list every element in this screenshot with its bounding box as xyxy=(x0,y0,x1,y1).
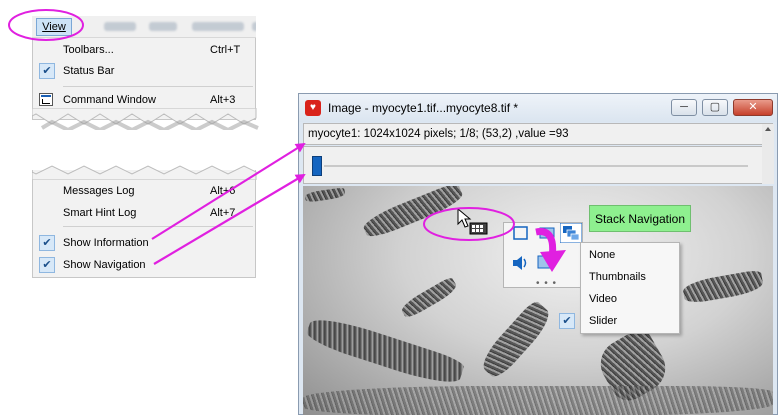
myocyte-cell xyxy=(476,298,556,382)
view-menu-bottom: Messages Log Alt+6 Smart Hint Log Alt+7 … xyxy=(32,170,256,278)
nav-option-thumbnails[interactable]: Thumbnails xyxy=(581,266,679,288)
myocyte-cell xyxy=(681,269,765,305)
myocyte-cell xyxy=(360,186,466,241)
nav-option-video[interactable]: Video xyxy=(581,288,679,310)
menu-item-show-information[interactable]: ✔ Show Information xyxy=(33,232,255,254)
menu-separator xyxy=(63,86,253,87)
menu-separator xyxy=(63,226,253,227)
myocyte-cell xyxy=(303,386,773,415)
myocyte-cell xyxy=(304,312,466,390)
maximize-button[interactable]: ▢ xyxy=(702,99,728,116)
myocyte-cell xyxy=(304,187,346,203)
more-options-icon[interactable]: • • • xyxy=(536,278,557,289)
navigation-bar xyxy=(303,146,773,184)
minimize-button[interactable]: ─ xyxy=(671,99,697,116)
checkmark-icon: ✔ xyxy=(39,235,55,251)
crop-icon[interactable] xyxy=(538,224,556,242)
speaker-icon[interactable] xyxy=(510,253,530,273)
menu-item-status-bar[interactable]: ✔ Status Bar xyxy=(33,60,255,82)
nav-option-slider[interactable]: ✔ Slider xyxy=(559,310,679,332)
checkmark-icon: ✔ xyxy=(39,63,55,79)
information-bar: myocyte1: 1024x1024 pixels; 1/8; (53,2) … xyxy=(303,123,773,145)
torn-edge xyxy=(32,108,259,130)
menu-item-smart-hint-log[interactable]: Smart Hint Log Alt+7 xyxy=(33,202,255,224)
mouse-cursor-icon xyxy=(457,208,488,235)
menu-item-show-navigation[interactable]: ✔ Show Navigation xyxy=(33,254,255,276)
slider-track[interactable] xyxy=(324,165,748,167)
checkmark-icon: ✔ xyxy=(559,313,575,329)
menu-item-messages-log[interactable]: Messages Log Alt+6 xyxy=(33,180,255,202)
slider-thumb[interactable] xyxy=(312,156,322,176)
menu-bar: View xyxy=(32,16,256,38)
display-icon[interactable] xyxy=(536,253,554,271)
close-button[interactable]: ✕ xyxy=(733,99,773,116)
checkmark-icon: ✔ xyxy=(39,257,55,273)
menu-item-toolbars[interactable]: Toolbars... Ctrl+T xyxy=(33,39,255,61)
app-icon: ♥ xyxy=(305,100,321,116)
torn-edge xyxy=(32,165,257,180)
selection-icon[interactable] xyxy=(512,224,530,242)
microscopy-image xyxy=(303,186,773,415)
myocyte-cell xyxy=(399,276,459,320)
window-titlebar[interactable]: ♥ Image - myocyte1.tif...myocyte8.tif * … xyxy=(299,94,777,122)
command-window-icon xyxy=(39,93,53,106)
nav-option-none[interactable]: None xyxy=(581,244,679,266)
stack-navigation-tooltip: Stack Navigation xyxy=(589,205,691,232)
stack-navigation-menu: None Thumbnails Video ✔ Slider xyxy=(559,242,680,334)
view-menu-button[interactable]: View xyxy=(36,18,72,36)
window-title: Image - myocyte1.tif...myocyte8.tif * xyxy=(328,101,519,115)
vertical-scrollbar[interactable] xyxy=(762,124,774,184)
mini-toolbar: • • • xyxy=(503,222,583,289)
stack-navigation-icon[interactable] xyxy=(560,223,582,243)
